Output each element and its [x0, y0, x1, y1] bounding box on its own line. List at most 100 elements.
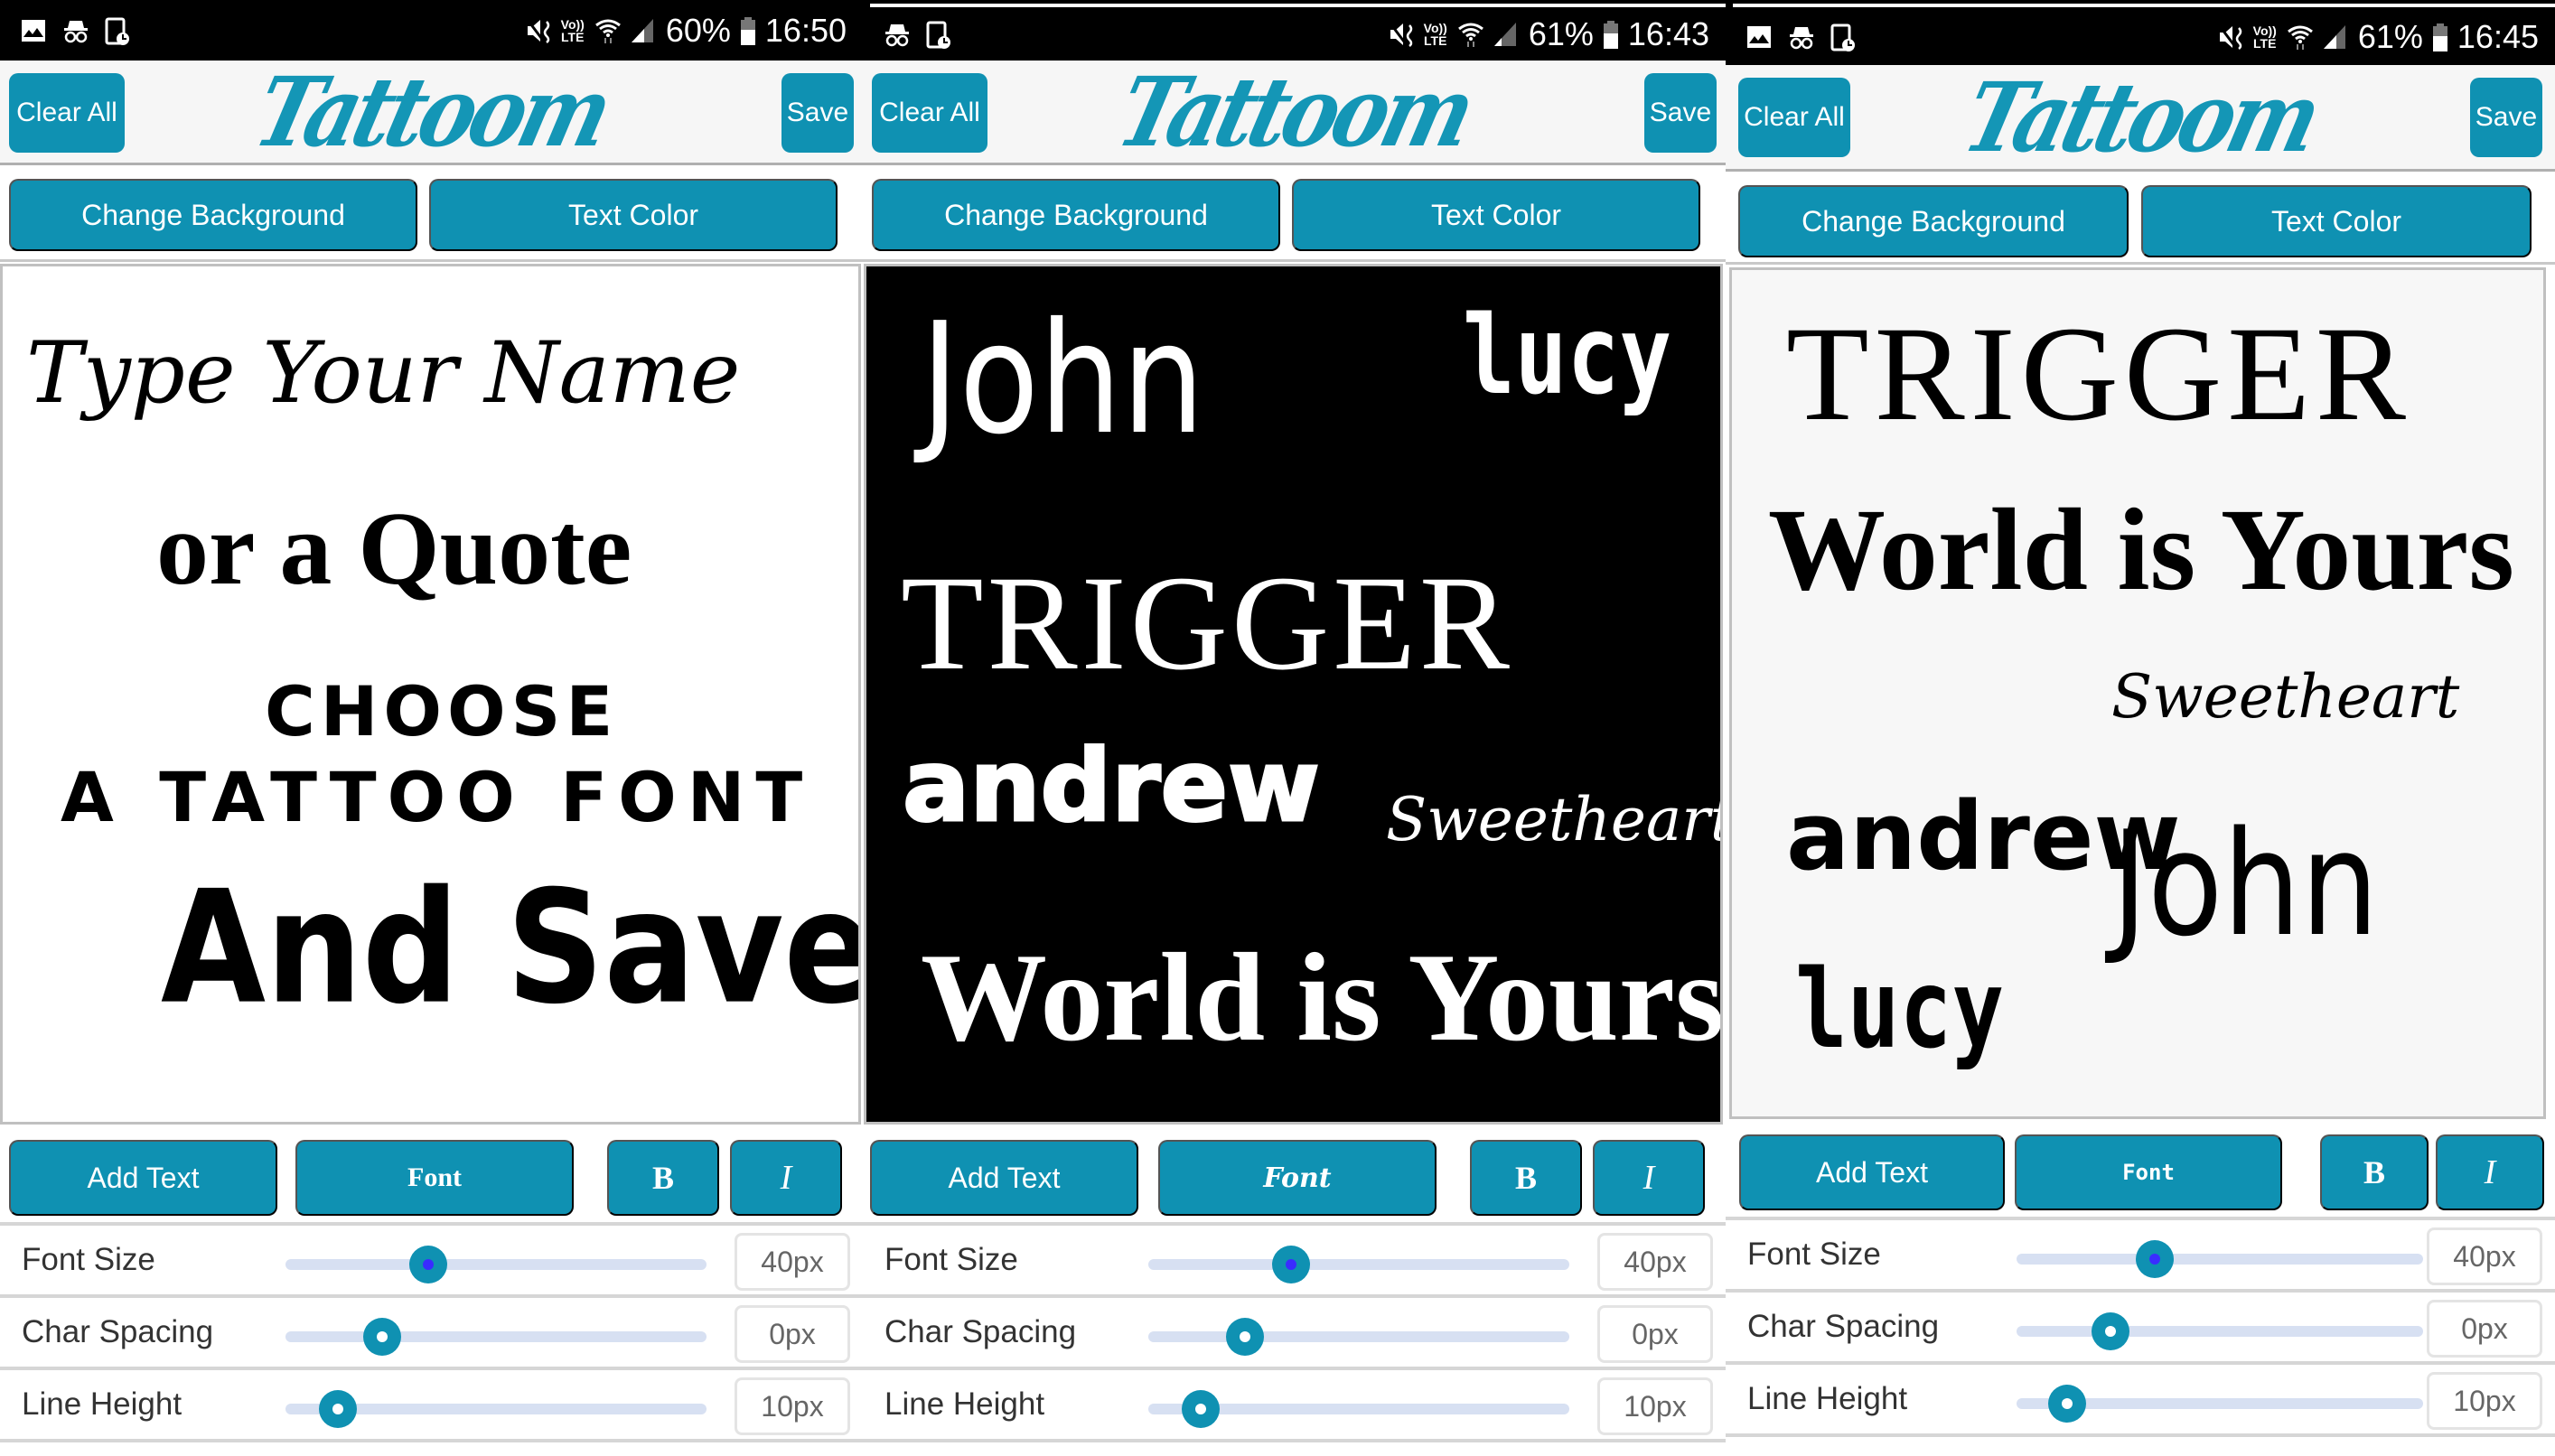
change-background-button[interactable]: Change Background	[872, 179, 1280, 251]
incognito-icon	[883, 21, 910, 48]
font-size-slider[interactable]	[2017, 1240, 2423, 1278]
line-height-slider[interactable]	[285, 1390, 707, 1428]
line-height-slider[interactable]	[1148, 1390, 1569, 1428]
italic-button[interactable]: I	[730, 1140, 842, 1216]
volte-icon: Vo)) LTE	[1423, 21, 1447, 48]
canvas-text[interactable]: lucy	[1463, 303, 1671, 411]
text-color-button[interactable]: Text Color	[429, 179, 838, 251]
incognito-icon	[61, 17, 89, 44]
mute-icon	[2217, 23, 2244, 51]
action-row: Change Background Text Color	[863, 168, 1726, 262]
canvas-text[interactable]: World is Yours	[921, 935, 1720, 1061]
save-button[interactable]: Save	[2470, 78, 2542, 157]
app-header: Tattoom Clear All Save	[0, 55, 863, 168]
slider-thumb[interactable]	[2091, 1312, 2129, 1350]
font-size-value: 40px	[1597, 1233, 1713, 1291]
battery-percent: 60%	[665, 11, 731, 49]
char-spacing-slider[interactable]	[2017, 1312, 2423, 1350]
canvas-text[interactable]: Type Your Name	[26, 331, 740, 416]
wifi-icon	[2286, 23, 2313, 51]
slider-thumb[interactable]	[409, 1246, 448, 1283]
slider-thumb[interactable]	[1226, 1318, 1265, 1356]
canvas-text[interactable]: Sweetheart	[2111, 667, 2459, 727]
canvas-text[interactable]: lucy	[1795, 957, 2004, 1065]
char-spacing-value: 0px	[735, 1305, 850, 1363]
app-logo: Tattoom	[244, 55, 619, 168]
canvas-text[interactable]: CHOOSE	[265, 677, 618, 746]
clear-all-button[interactable]: Clear All	[1738, 78, 1850, 157]
canvas-text[interactable]: John	[921, 303, 1204, 456]
status-bar: Vo)) LTE 60% 16:50	[0, 0, 863, 61]
mute-icon	[1388, 21, 1415, 48]
line-height-row: Line Height 10px	[863, 1370, 1726, 1442]
design-canvas[interactable]: TRIGGER World is Yours Sweetheart andrew…	[1729, 267, 2546, 1119]
slider-thumb[interactable]	[1182, 1390, 1221, 1428]
canvas-text[interactable]: John	[2111, 812, 2379, 957]
line-height-label: Line Height	[884, 1386, 1045, 1422]
line-height-slider[interactable]	[2017, 1385, 2423, 1423]
font-size-slider[interactable]	[285, 1246, 707, 1283]
clear-all-button[interactable]: Clear All	[9, 73, 125, 153]
font-picker-button[interactable]: Font	[2015, 1134, 2282, 1210]
clear-all-button[interactable]: Clear All	[872, 73, 987, 153]
slider-thumb[interactable]	[2048, 1385, 2087, 1423]
gallery-icon	[20, 17, 47, 44]
font-picker-button[interactable]: Font	[1158, 1140, 1437, 1216]
volte-icon: Vo)) LTE	[560, 16, 585, 44]
line-height-value: 10px	[735, 1377, 850, 1435]
text-color-button[interactable]: Text Color	[1292, 179, 1700, 251]
text-color-button[interactable]: Text Color	[2141, 185, 2532, 257]
signal-icon	[1493, 21, 1520, 48]
clock: 16:43	[1627, 15, 1709, 52]
battery-percent: 61%	[2357, 18, 2423, 55]
canvas-text[interactable]: A TATTOO FONT	[61, 763, 813, 832]
char-spacing-row: Char Spacing 0px	[0, 1298, 863, 1370]
design-canvas[interactable]: John lucy TRIGGER andrew Sweetheart Worl…	[864, 264, 1723, 1125]
tablet-clock-icon	[924, 21, 951, 49]
bold-button[interactable]: B	[2320, 1134, 2429, 1210]
tablet-clock-icon	[1829, 23, 1856, 51]
design-canvas[interactable]: Type Your Name or a Quote CHOOSE A TATTO…	[0, 264, 861, 1125]
char-spacing-slider[interactable]	[285, 1318, 707, 1356]
save-button[interactable]: Save	[1644, 73, 1717, 153]
bold-button[interactable]: B	[607, 1140, 719, 1216]
bold-button[interactable]: B	[1470, 1140, 1582, 1216]
slider-thumb[interactable]	[319, 1390, 358, 1428]
add-text-button[interactable]: Add Text	[870, 1140, 1138, 1216]
canvas-text[interactable]: TRIGGER	[901, 555, 1513, 691]
text-toolbar: Add Text Font B I	[863, 1126, 1726, 1226]
text-toolbar: Add Text Font B I	[1726, 1121, 2555, 1220]
divider	[1726, 0, 2555, 7]
char-spacing-slider[interactable]	[1148, 1318, 1569, 1356]
canvas-text[interactable]: TRIGGER	[1786, 306, 2411, 442]
change-background-button[interactable]: Change Background	[9, 179, 417, 251]
add-text-button[interactable]: Add Text	[9, 1140, 277, 1216]
app-header: Tattoom Clear All Save	[863, 55, 1726, 168]
canvas-text[interactable]: andrew	[902, 735, 1322, 837]
canvas-text[interactable]: And Save	[161, 871, 858, 1027]
screenshot-panel-1: Vo)) LTE 60% 16:50 Tattoom Clear All Sav…	[0, 0, 863, 1456]
line-height-value: 10px	[1597, 1377, 1713, 1435]
screenshot-panel-3: Vo)) LTE 61% 16:45 Tattoom Clear All Sav…	[1726, 0, 2555, 1456]
volte-icon: Vo)) LTE	[2252, 23, 2277, 51]
battery-icon	[2432, 23, 2448, 51]
slider-thumb[interactable]	[2136, 1240, 2174, 1278]
char-spacing-row: Char Spacing 0px	[1726, 1293, 2555, 1365]
action-row: Change Background Text Color	[0, 168, 863, 262]
add-text-button[interactable]: Add Text	[1739, 1134, 2005, 1210]
slider-thumb[interactable]	[1272, 1246, 1311, 1283]
save-button[interactable]: Save	[781, 73, 854, 153]
font-size-slider[interactable]	[1148, 1246, 1569, 1283]
font-picker-button[interactable]: Font	[295, 1140, 574, 1216]
canvas-text[interactable]: Sweetheart	[1386, 790, 1720, 850]
change-background-button[interactable]: Change Background	[1738, 185, 2129, 257]
italic-button[interactable]: I	[2436, 1134, 2544, 1210]
font-size-value: 40px	[735, 1233, 850, 1291]
canvas-text[interactable]: or a Quote	[156, 497, 632, 602]
canvas-text[interactable]: World is Yours	[1768, 491, 2514, 609]
italic-button[interactable]: I	[1593, 1140, 1705, 1216]
gallery-icon	[1745, 23, 1773, 51]
char-spacing-row: Char Spacing 0px	[863, 1298, 1726, 1370]
font-size-row: Font Size 40px	[1726, 1220, 2555, 1293]
slider-thumb[interactable]	[363, 1318, 402, 1356]
